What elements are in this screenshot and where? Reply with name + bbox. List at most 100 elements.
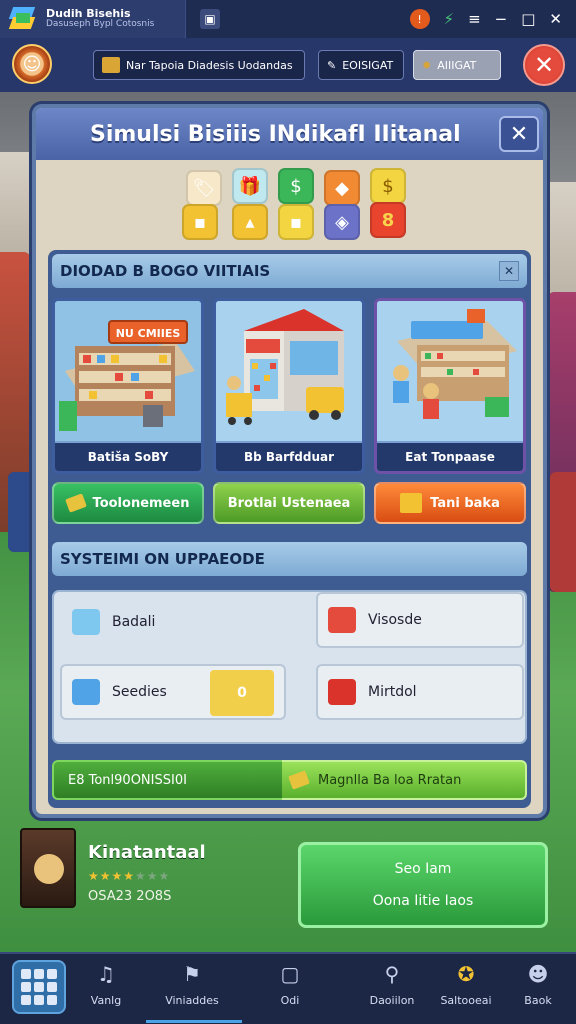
action-label: Toolonemeen [92, 495, 190, 511]
upgrade-label: Seedies [112, 684, 167, 700]
panel-title: Simulsi Bisiiis INdikafI IIitanal [36, 108, 543, 160]
store-actions: Toolonemeen Brotlai Ustenaea Tani baka [52, 482, 527, 526]
toolbar-third-label: AIIIGAT [437, 58, 477, 72]
nav-item-baok[interactable]: ☻ Baok [506, 960, 570, 1022]
maximize-icon[interactable]: □ [521, 10, 535, 28]
upgrade-confirm-label: Magnlla Ba loa Rratan [318, 772, 462, 788]
convenience-store-illustration [216, 301, 362, 441]
close-game-button[interactable]: ✕ [523, 44, 565, 86]
play-line-1: Seo Iam [394, 861, 452, 877]
rating-stars: ★★★★★★★ [88, 869, 206, 883]
player-avatar[interactable]: ☺ [12, 44, 52, 84]
medal-icon: ✪ [457, 962, 475, 986]
robot-icon: ☻ [527, 962, 549, 986]
tag-icon: ◆ [324, 170, 360, 206]
app-tab[interactable]: Dudih Bisehis Dasuseph Bypl Cotosnis [0, 0, 186, 38]
crate-icon [400, 493, 423, 513]
nav-item-daoiilon[interactable]: ⚲ Daoiilon [360, 960, 424, 1022]
gem-icon: ◈ [324, 204, 360, 240]
toolbar-third-button[interactable]: ✹ AIIIGAT [413, 50, 501, 80]
nav-label: Vanlg [90, 994, 122, 1007]
counter-icon: 8 [370, 202, 406, 238]
app-logo-icon [8, 5, 38, 33]
money-icon: $ [278, 168, 314, 204]
crate-icon: ▪ [278, 204, 314, 240]
close-window-icon[interactable]: ✕ [549, 10, 562, 28]
store-card-label: Eat Tonpaase [377, 441, 523, 471]
card-sign-text: NU CMIIES [116, 327, 181, 340]
game-name: Kinatantaal [88, 842, 206, 863]
upgrade-slot[interactable]: 0 [210, 670, 274, 716]
nav-item-saltooeai[interactable]: ✪ Saltooeai [434, 960, 498, 1022]
action-button-3[interactable]: Tani baka [374, 482, 526, 524]
box-icon: ▢ [280, 962, 300, 986]
store-card[interactable]: Bb Barfdduar [213, 298, 365, 474]
gift-icon: 🎁 [232, 168, 268, 204]
upgrade-status-button[interactable]: E8 Tonl90ONISSI0I [52, 760, 282, 800]
grocery-stall-illustration: NU CMIIES [55, 301, 201, 441]
box-icon: ▪ [182, 204, 218, 240]
action-button-1[interactable]: Toolonemeen [52, 482, 204, 524]
nav-item-viniaddes[interactable]: ⚑ Viniaddes [160, 960, 224, 1022]
nav-item-vanlg[interactable]: ♫ Vanlg [74, 960, 138, 1022]
toolbar-main-label: Nar Tapoia Diadesis Uodandas [126, 58, 293, 72]
game-meta: OSA23 2O8S [88, 889, 172, 904]
search-icon: ⚲ [384, 962, 400, 986]
new-tab-icon[interactable]: ▣ [200, 9, 220, 29]
play-button[interactable]: Seo Iam Oona Iitie Iaos [298, 842, 548, 928]
nav-label: Saltooeai [440, 994, 492, 1007]
upgrade-bottom-bar: E8 Tonl90ONISSI0I Magnlla Ba loa Rratan [52, 760, 527, 800]
toolbar-main-button[interactable]: Nar Tapoia Diadesis Uodandas [93, 50, 305, 80]
section-close-icon[interactable]: ✕ [499, 261, 519, 281]
crate-icon [102, 57, 120, 73]
app-subtitle: Dasuseph Bypl Cotosnis [46, 19, 155, 29]
music-note-icon: ♫ [97, 962, 115, 986]
section-header-label: DIODAD B BOGO VIITIAIS [60, 262, 271, 280]
upgrade-item[interactable]: Visosde [316, 592, 524, 648]
upgrade-label: Mirtdol [368, 684, 417, 700]
nav-item-odi[interactable]: ▢ Odi [258, 960, 322, 1022]
toolbar-second-label: EOISIGAT [342, 58, 394, 72]
nav-label: Viniaddes [165, 994, 219, 1007]
panel-content: DIODAD B BOGO VIITIAIS ✕ NU CMIIES Batiš… [48, 250, 531, 808]
minimize-icon[interactable]: − [495, 10, 508, 28]
nav-label: Daoiilon [369, 994, 415, 1007]
cafe-shop-illustration [377, 301, 523, 441]
action-button-2[interactable]: Brotlai Ustenaea [213, 482, 365, 524]
upgrade-item[interactable]: Seedies 0 [60, 664, 286, 720]
ticket-icon [288, 770, 310, 790]
notification-icon[interactable]: ! [409, 9, 430, 29]
bg-stall [550, 472, 576, 592]
upgrade-label: Visosde [368, 612, 422, 628]
upgrade-grid: Badali Visosde Seedies 0 Mirtdol [52, 590, 527, 744]
window-title-bar: Dudih Bisehis Dasuseph Bypl Cotosnis ▣ !… [0, 0, 576, 38]
cube-icon [72, 609, 100, 635]
store-cards: NU CMIIES Batiša SoBY Bb Barfdduar Eat T… [52, 298, 527, 474]
section-header-label: SYSTEIMI ON UPPAEODE [60, 550, 265, 568]
cube-icon [328, 679, 356, 705]
store-card[interactable]: Eat Tonpaase [374, 298, 526, 474]
store-card-label: Batiša SoBY [55, 441, 201, 471]
network-icon[interactable]: ⚡ [444, 10, 455, 28]
business-simulation-panel: Simulsi Bisiiis INdikafI IIitanal ✕ 🏷 🎁 … [32, 104, 547, 818]
menu-icon[interactable]: ≡ [468, 10, 481, 28]
toolbar-second-button[interactable]: ✎ EOISIGAT [318, 50, 404, 80]
panel-close-button[interactable]: ✕ [499, 116, 539, 152]
rating-stars-empty: ★★★ [135, 869, 171, 883]
section-header-upgrade: SYSTEIMI ON UPPAEODE [52, 542, 527, 576]
play-line-2: Oona Iitie Iaos [372, 893, 474, 909]
gear-icon: ✹ [422, 58, 432, 72]
cash-register-icon: 🏷 [186, 170, 222, 206]
bottom-navigation: ♫ Vanlg ⚑ Viniaddes ▢ Odi ⚲ Daoiilon ✪ S… [0, 952, 576, 1024]
cube-icon [72, 679, 100, 705]
upgrade-confirm-button[interactable]: Magnlla Ba loa Rratan [282, 760, 527, 800]
upgrade-item[interactable]: Mirtdol [316, 664, 524, 720]
apps-grid-icon[interactable] [12, 960, 66, 1014]
game-thumbnail[interactable] [20, 828, 76, 908]
upgrade-item[interactable]: Badali [60, 594, 268, 650]
nav-active-indicator [146, 1020, 242, 1023]
store-card[interactable]: NU CMIIES Batiša SoBY [52, 298, 204, 474]
action-label: Brotlai Ustenaea [227, 495, 351, 511]
nav-label: Odi [280, 994, 300, 1007]
ticket-icon [64, 493, 87, 513]
